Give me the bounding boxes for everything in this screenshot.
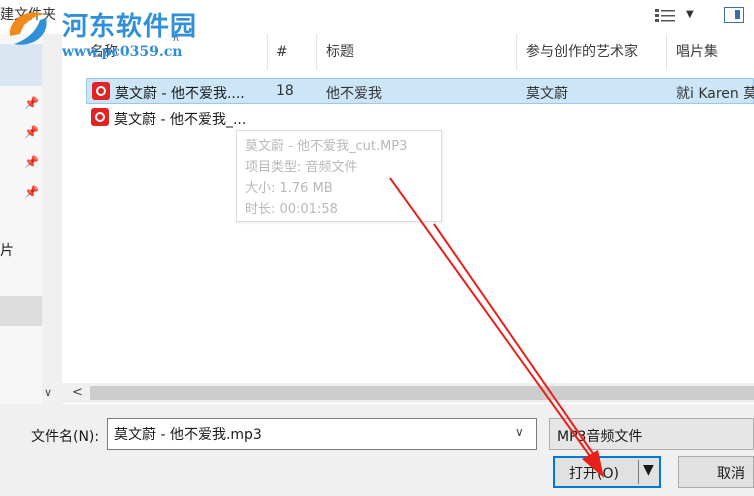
file-row-selected[interactable]: 莫文蔚 - 他不爱我.... 18 他不爱我 莫文蔚 就i Karen 莫 [86, 78, 754, 104]
view-dropdown-caret-icon[interactable]: ▼ [686, 9, 694, 20]
pin-icon[interactable]: 📌 [24, 185, 39, 199]
watermark-title: 河东软件园 [62, 12, 198, 42]
scroll-down-icon[interactable]: ∨ [44, 386, 52, 399]
open-button-label: 打开(O) [569, 466, 619, 482]
filename-input[interactable] [107, 418, 537, 450]
watermark-url: www.pc0359.cn [62, 44, 183, 60]
filename-dropdown-icon[interactable]: ∨ [515, 425, 524, 439]
column-divider[interactable] [516, 34, 517, 70]
file-track-number: 18 [276, 83, 294, 99]
file-row[interactable]: 莫文蔚 - 他不爱我_... [86, 105, 754, 131]
netease-music-icon [92, 82, 110, 100]
view-options-icon[interactable] [655, 8, 675, 22]
file-name: 莫文蔚 - 他不爱我_... [114, 112, 247, 128]
file-artist: 莫文蔚 [526, 86, 568, 102]
column-header-number[interactable]: # [276, 34, 288, 70]
column-divider[interactable] [666, 34, 667, 70]
filetype-select[interactable]: MP3音频文件 [549, 418, 754, 450]
filename-label: 文件名(N): [31, 429, 100, 445]
cancel-button[interactable]: 取消 [678, 456, 754, 488]
pin-icon[interactable]: 📌 [24, 125, 39, 139]
column-divider[interactable] [267, 34, 268, 70]
cancel-button-label: 取消 [717, 466, 745, 482]
file-info-tooltip: 莫文蔚 - 他不爱我_cut.MP3 项目类型: 音频文件 大小: 1.76 M… [236, 130, 442, 222]
pin-icon[interactable]: 📌 [24, 96, 39, 110]
file-title: 他不爱我 [326, 86, 382, 102]
tooltip-duration: 时长: 00:01:58 [245, 202, 338, 217]
preview-pane-icon[interactable] [724, 7, 744, 23]
tooltip-type: 项目类型: 音频文件 [245, 160, 358, 175]
navigation-pane [0, 34, 42, 404]
split-divider [638, 460, 639, 484]
open-button[interactable]: 打开(O) ▼ [553, 456, 661, 488]
column-header-title[interactable]: 标题 [326, 34, 354, 70]
column-divider[interactable] [316, 34, 317, 70]
scroll-left-icon[interactable]: < [72, 385, 83, 400]
file-name: 莫文蔚 - 他不爱我.... [115, 86, 245, 102]
nav-scrollbar[interactable] [42, 34, 62, 404]
tooltip-filename: 莫文蔚 - 他不爱我_cut.MP3 [245, 139, 408, 154]
nav-item-selected[interactable] [0, 44, 42, 86]
column-header-artist[interactable]: 参与创作的艺术家 [526, 34, 638, 70]
nav-item-hover[interactable] [0, 296, 42, 326]
netease-music-icon [91, 108, 109, 126]
file-album: 就i Karen 莫 [676, 86, 754, 102]
watermark-logo-icon [9, 12, 47, 45]
tooltip-size: 大小: 1.76 MB [245, 181, 333, 196]
scrollbar-thumb[interactable] [90, 386, 754, 400]
open-dropdown-caret-icon[interactable]: ▼ [643, 462, 654, 478]
pin-icon[interactable]: 📌 [24, 155, 39, 169]
column-header-album[interactable]: 唱片集 [676, 34, 718, 70]
nav-item-label-fragment[interactable]: 片 [0, 240, 14, 260]
